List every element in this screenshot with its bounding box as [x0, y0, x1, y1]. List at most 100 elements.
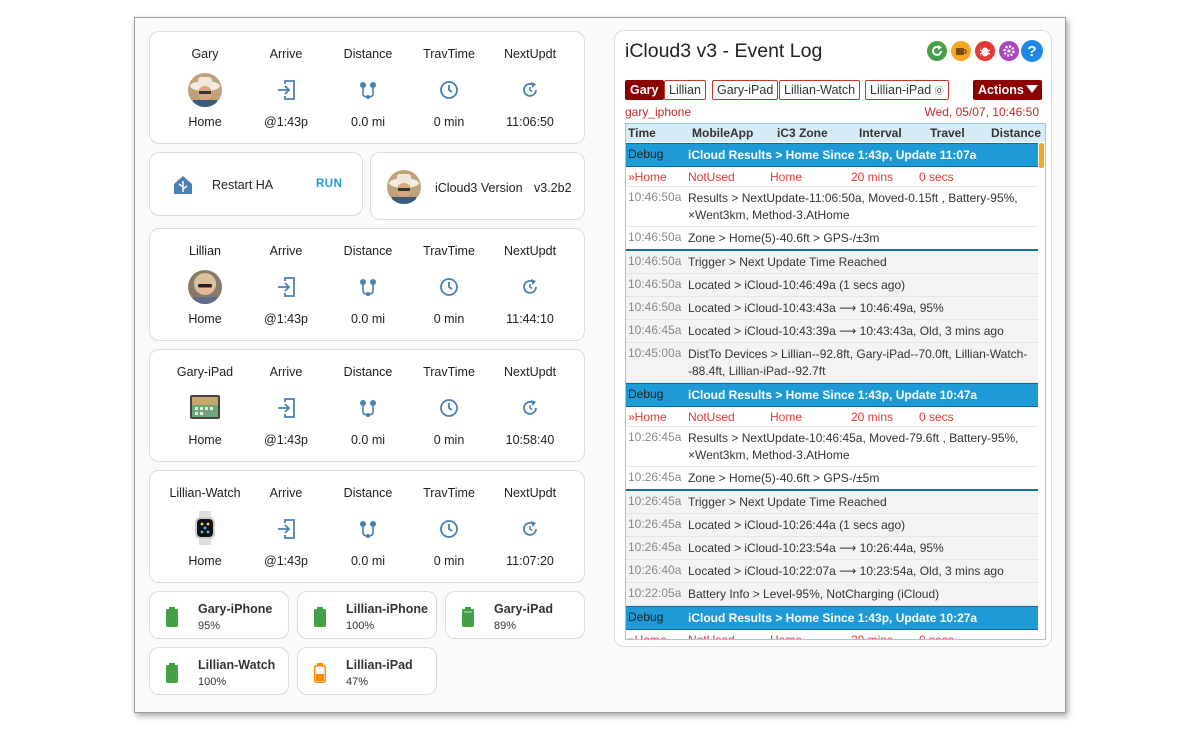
log-row: 10:26:45a Zone > Home(5)-40.6ft > GPS-/±5…: [626, 467, 1038, 491]
result-cell: Home: [770, 410, 803, 424]
device-chip-gary-ipad[interactable]: Gary-iPad: [712, 80, 779, 100]
log-message: Located > iCloud-10:26:44a (1 secs ago): [688, 518, 906, 532]
nextupdt-header: NextUpdt: [503, 365, 557, 379]
device-card: Lillian Home Arrive @1:43p Distance 0.0 mi Tra…: [149, 228, 585, 341]
log-datetime: Wed, 05/07, 10:46:50: [924, 105, 1039, 119]
device-zone: Home: [188, 115, 222, 129]
log-row: 10:22:05a Battery Info > Level-95%, NotCh…: [626, 583, 1038, 606]
log-row: 10:46:50a Trigger > Next Update Time Reac…: [626, 251, 1038, 274]
restart-ha-label: Restart HA: [212, 178, 274, 192]
device-chip-lillian-ipad[interactable]: Lillian-iPad ⓪: [865, 80, 949, 100]
refresh-icon[interactable]: [927, 41, 947, 61]
arrive-header: Arrive: [269, 47, 303, 61]
log-row: »Home NotUsed Home 20 mins 0 secs: [626, 407, 1038, 427]
result-cell: NotUsed: [688, 633, 735, 640]
clock-icon: [434, 272, 464, 302]
battery-level: 47%: [346, 676, 369, 688]
result-cell: »Home: [628, 410, 667, 424]
log-message: Trigger > Next Update Time Reached: [688, 495, 887, 509]
run-button[interactable]: RUN: [316, 178, 342, 190]
log-row: 10:26:45a Trigger > Next Update Time Reac…: [626, 491, 1038, 514]
coffee-icon[interactable]: [951, 41, 971, 61]
version-label: iCloud3 Version: [435, 181, 523, 195]
battery-card: Gary-iPad 89%: [445, 591, 585, 639]
travtime-header: TravTime: [423, 47, 475, 61]
result-cell: 0 secs: [919, 633, 954, 640]
log-time: 10:46:45a: [628, 323, 682, 337]
event-log-table[interactable]: Time MobileApp iC3 Zone Interval Travel …: [625, 123, 1046, 640]
circle-icon: ⓪: [934, 86, 944, 96]
device-chip-gary[interactable]: Gary: [625, 80, 664, 100]
log-time: Debug: [628, 610, 664, 624]
log-time: 10:26:45a: [628, 494, 682, 508]
update-icon: [515, 272, 545, 302]
debug-row: Debug iCloud Results > Home Since 1:43p, …: [626, 383, 1038, 407]
battery-card: Lillian-iPhone 100%: [297, 591, 437, 639]
debug-row: Debug iCloud Results > Home Since 1:43p, …: [626, 143, 1038, 167]
log-message: Located > iCloud-10:23:54a ⟶ 10:26:44a, …: [688, 541, 944, 555]
log-time: 10:26:45a: [628, 517, 682, 531]
log-message: Located > iCloud-10:22:07a ⟶ 10:23:54a, …: [688, 564, 1004, 578]
device-avatar: [186, 510, 224, 548]
log-row: 10:46:50a Located > iCloud-10:43:43a ⟶ 10…: [626, 297, 1038, 320]
device-name: Gary-iPad: [176, 365, 234, 379]
result-cell: 0 secs: [919, 170, 954, 184]
log-row: »Home NotUsed Home 20 mins 0 secs: [626, 630, 1038, 640]
event-log-title: iCloud3 v3 - Event Log: [625, 40, 823, 62]
settings-icon[interactable]: [999, 41, 1019, 61]
device-zone: Home: [188, 433, 222, 447]
device-chip-lillian[interactable]: Lillian: [664, 80, 706, 100]
arrive-value: @1:43p: [264, 554, 308, 568]
log-time: Debug: [628, 147, 664, 161]
log-time: 10:26:45a: [628, 430, 682, 444]
log-time: 10:46:50a: [628, 277, 682, 291]
distance-header: Distance: [343, 47, 393, 61]
arrive-icon: [271, 393, 301, 423]
arrive-header: Arrive: [269, 486, 303, 500]
log-message: DistTo Devices > Lillian--92.8ft, Gary-i…: [688, 347, 1028, 378]
travtime-value: 0 min: [433, 115, 465, 129]
travtime-header: TravTime: [423, 486, 475, 500]
arrive-value: @1:43p: [264, 433, 308, 447]
log-row: 10:26:40a Located > iCloud-10:22:07a ⟶ 10…: [626, 560, 1038, 583]
update-icon: [515, 75, 545, 105]
distance-header: Distance: [343, 486, 393, 500]
log-time: 10:45:00a: [628, 346, 682, 360]
log-time: 10:46:50a: [628, 230, 682, 244]
arrive-header: Arrive: [269, 365, 303, 379]
log-time: 10:46:50a: [628, 300, 682, 314]
device-card: Gary-iPad Home Arrive @1:43p Distance 0.0 mi T…: [149, 349, 585, 462]
nextupdt-value: 11:06:50: [506, 115, 554, 129]
battery-level: 89%: [494, 620, 517, 632]
log-message: iCloud Results > Home Since 1:43p, Updat…: [688, 611, 978, 625]
log-row: 10:45:00a DistTo Devices > Lillian--92.8f…: [626, 343, 1038, 383]
log-time: 10:26:40a: [628, 563, 682, 577]
log-row: 10:46:50a Located > iCloud-10:46:49a (1 s…: [626, 274, 1038, 297]
actions-dropdown[interactable]: Actions: [973, 80, 1042, 100]
log-message: Located > iCloud-10:46:49a (1 secs ago): [688, 278, 906, 292]
col-travel: Travel: [930, 126, 965, 140]
battery-card: Gary-iPhone 95%: [149, 591, 289, 639]
home-assistant-icon: [173, 175, 193, 200]
log-message: Battery Info > Level-95%, NotCharging (i…: [688, 587, 940, 601]
battery-device-name: Lillian-iPad: [346, 658, 413, 672]
scrollbar[interactable]: [1039, 143, 1044, 168]
help-icon[interactable]: ?: [1021, 40, 1043, 62]
result-cell: NotUsed: [688, 170, 735, 184]
device-avatar: [186, 268, 224, 306]
arrive-value: @1:43p: [264, 115, 308, 129]
bug-icon[interactable]: [975, 41, 995, 61]
col-ic3-zone: iC3 Zone: [777, 126, 828, 140]
restart-ha-card[interactable]: Restart HA RUN: [149, 152, 363, 216]
col-distance: Distance: [991, 126, 1042, 140]
col-interval: Interval: [859, 126, 902, 140]
actions-label: Actions: [978, 83, 1024, 97]
result-cell: »Home: [628, 170, 667, 184]
device-chip-lillian-watch[interactable]: Lillian-Watch: [779, 80, 861, 100]
log-row: 10:46:50a Zone > Home(5)-40.6ft > GPS-/±3…: [626, 227, 1038, 251]
device-name: Gary: [191, 47, 219, 61]
device-avatar: [186, 389, 224, 427]
chip-label: Lillian-iPad: [870, 83, 932, 97]
debug-row: Debug iCloud Results > Home Since 1:43p, …: [626, 606, 1038, 630]
log-time: 10:22:05a: [628, 586, 682, 600]
